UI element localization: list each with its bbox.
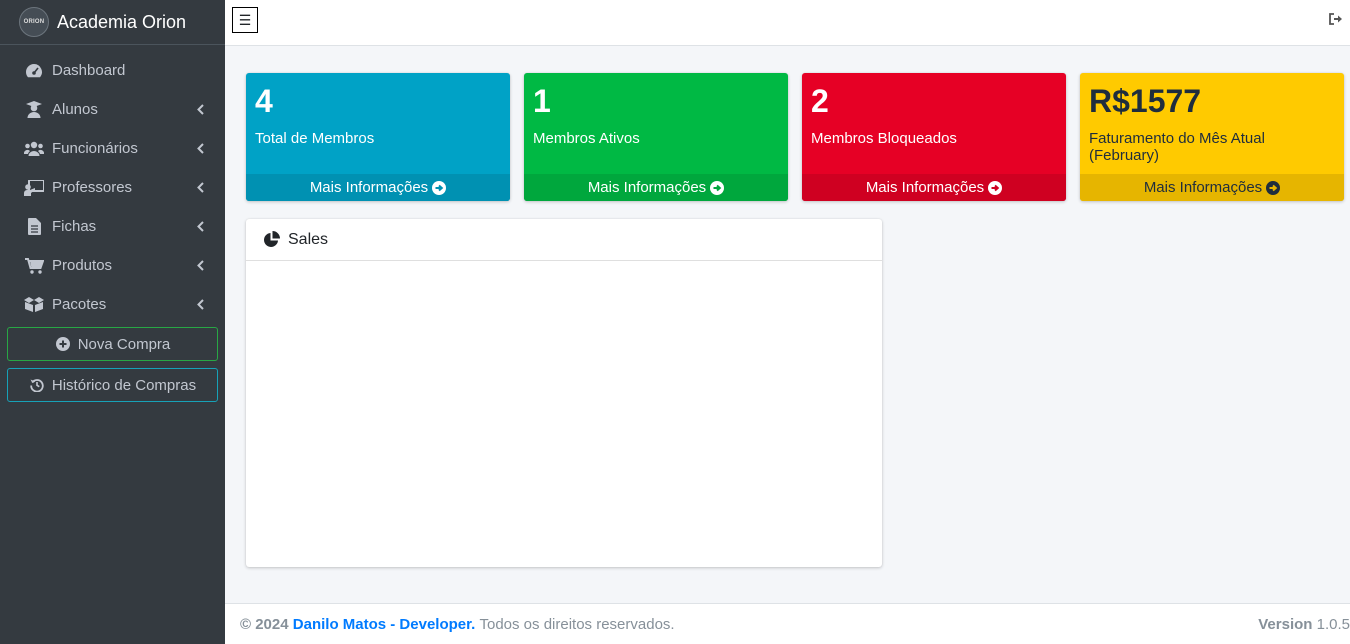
brand-link[interactable]: ORION Academia Orion [0, 0, 225, 45]
stat-more-info-link[interactable]: Mais Informações [246, 174, 510, 201]
sidebar-item-label: Pacotes [52, 296, 107, 313]
copyright-text: © 2024 [240, 615, 289, 633]
arrow-circle-right-icon [710, 180, 725, 195]
author-link[interactable]: Danilo Matos - Developer. [293, 616, 476, 633]
stat-value: 2 [811, 83, 829, 119]
sales-card-title: Sales [288, 230, 329, 248]
chevron-left-icon [195, 182, 205, 194]
sidebar-item-dashboard[interactable]: Dashboard [0, 51, 225, 90]
main-footer: © 2024 Danilo Matos - Developer. Todos o… [225, 603, 1350, 644]
top-navbar: ☰ [225, 0, 1350, 46]
stat-more-info-link[interactable]: Mais Informações [802, 174, 1066, 201]
version-value: 1.0.5 [1316, 616, 1350, 633]
file-alt-icon [24, 218, 44, 236]
historico-compras-button[interactable]: Histórico de Compras [7, 368, 218, 402]
arrow-circle-right-icon [988, 180, 1003, 195]
menu-toggle-button[interactable]: ☰ [232, 7, 258, 33]
sidebar-item-label: Professores [52, 179, 133, 196]
chevron-left-icon [195, 104, 205, 116]
chevron-left-icon [195, 299, 205, 311]
stat-label: Total de Membros [255, 130, 375, 147]
stat-more-info-link[interactable]: Mais Informações [1080, 174, 1344, 201]
stat-more-info-link[interactable]: Mais Informações [524, 174, 788, 201]
chevron-left-icon [195, 221, 205, 233]
chalkboard-teacher-icon [24, 179, 44, 197]
stat-label: Faturamento do Mês Atual (February) [1089, 130, 1265, 164]
sidebar-item-professores[interactable]: Professores [0, 168, 225, 207]
sidebar-item-label: Fichas [52, 218, 97, 235]
sidebar-item-label: Alunos [52, 101, 98, 118]
stat-value: 1 [533, 83, 551, 119]
sidebar-item-label: Funcionários [52, 140, 138, 157]
stat-box-total-membros: 4 Total de Membros Mais Informações [246, 73, 510, 201]
chevron-left-icon [195, 260, 205, 272]
shopping-cart-icon [24, 257, 44, 275]
history-icon [29, 377, 45, 393]
stat-box-membros-ativos: 1 Membros Ativos Mais Informações [524, 73, 788, 201]
users-icon [24, 140, 44, 158]
stat-value: 4 [255, 83, 273, 119]
version-label: Version [1258, 616, 1313, 633]
stats-row: 4 Total de Membros Mais Informações 1 Me… [246, 73, 1345, 201]
arrow-circle-right-icon [432, 180, 447, 195]
stat-box-membros-bloqueados: 2 Membros Bloqueados Mais Informações [802, 73, 1066, 201]
sidebar-item-funcionarios[interactable]: Funcionários [0, 129, 225, 168]
nova-compra-button[interactable]: Nova Compra [7, 327, 218, 361]
more-info-label: Mais Informações [309, 179, 429, 196]
sidebar-item-fichas[interactable]: Fichas [0, 207, 225, 246]
chevron-left-icon [195, 143, 205, 155]
tachometer-icon [24, 62, 44, 80]
rights-text: Todos os direitos reservados. [479, 615, 675, 633]
stat-label: Membros Ativos [533, 130, 640, 147]
nova-compra-label: Nova Compra [77, 335, 171, 353]
sales-card-header: Sales [246, 219, 882, 261]
sidebar-nav: Dashboard Alunos Funcionários Professore… [0, 45, 225, 324]
plus-circle-icon [55, 336, 71, 352]
version-info: Version 1.0.5 [1258, 616, 1350, 633]
hamburger-icon: ☰ [238, 11, 252, 28]
sidebar-item-label: Dashboard [52, 62, 126, 79]
user-graduate-icon [24, 101, 44, 119]
historico-compras-label: Histórico de Compras [51, 376, 197, 394]
logout-icon[interactable] [1328, 11, 1344, 27]
stat-value: R$1577 [1089, 83, 1202, 119]
more-info-label: Mais Informações [865, 179, 985, 196]
stat-box-faturamento: R$1577 Faturamento do Mês Atual (Februar… [1080, 73, 1344, 201]
arrow-circle-right-icon [1266, 180, 1281, 195]
chart-pie-icon [263, 231, 280, 248]
sales-chart-area [246, 261, 882, 566]
main-sidebar: ORION Academia Orion Dashboard Alunos Fu… [0, 0, 225, 644]
sales-card: Sales [246, 219, 882, 567]
sidebar-item-pacotes[interactable]: Pacotes [0, 285, 225, 324]
brand-name: Academia Orion [57, 11, 187, 32]
brand-logo: ORION [19, 7, 49, 37]
sidebar-item-alunos[interactable]: Alunos [0, 90, 225, 129]
boxes-icon [24, 296, 44, 314]
more-info-label: Mais Informações [1143, 179, 1263, 196]
stat-label: Membros Bloqueados [811, 130, 957, 147]
sidebar-item-produtos[interactable]: Produtos [0, 246, 225, 285]
sidebar-item-label: Produtos [52, 257, 113, 274]
more-info-label: Mais Informações [587, 179, 707, 196]
